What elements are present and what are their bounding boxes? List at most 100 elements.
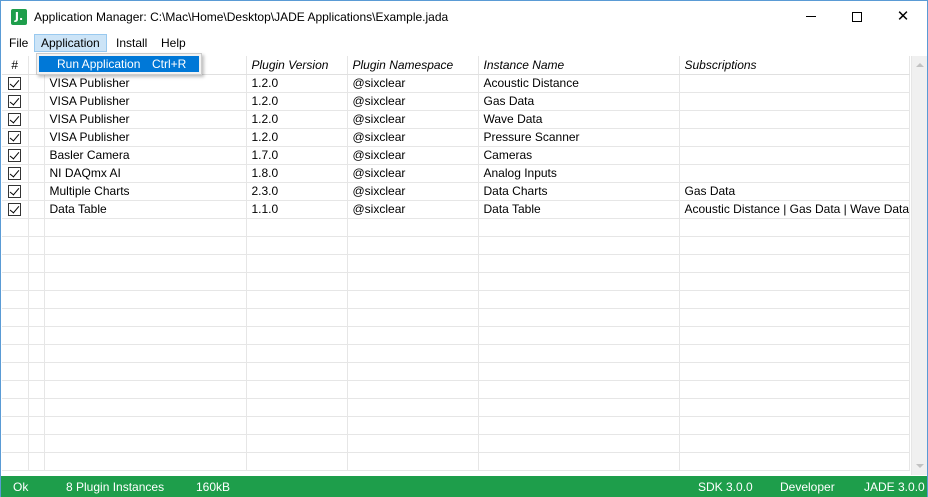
subscriptions-cell[interactable]: Gas Data <box>679 182 910 201</box>
plugin-name-cell[interactable]: NI DAQmx AI <box>44 164 247 183</box>
subscriptions-cell[interactable]: Acoustic Distance | Gas Data | Wave Data <box>679 200 910 219</box>
enabled-cell[interactable] <box>2 92 29 111</box>
plugin-namespace-cell[interactable]: @sixclear <box>347 200 479 219</box>
plugin-version-cell <box>246 434 348 453</box>
plugin-name-cell[interactable]: Multiple Charts <box>44 182 247 201</box>
instance-name-cell[interactable]: Data Charts <box>478 182 680 201</box>
col-header-plugin-version[interactable]: Plugin Version <box>246 56 348 75</box>
col-header-plugin-namespace[interactable]: Plugin Namespace <box>347 56 479 75</box>
plugin-name-cell <box>44 254 247 273</box>
enabled-checkbox[interactable] <box>8 77 22 91</box>
plugin-version-cell[interactable]: 1.2.0 <box>246 110 348 129</box>
col-header-subscriptions[interactable]: Subscriptions <box>679 56 910 75</box>
empty-table-row <box>2 434 910 453</box>
table-row[interactable]: Basler Camera 1.7.0 @sixclear Cameras <box>2 146 910 165</box>
run-application-shortcut: Ctrl+R <box>152 57 187 71</box>
enabled-cell[interactable] <box>2 200 29 219</box>
enabled-checkbox[interactable] <box>8 149 22 163</box>
subscriptions-cell[interactable] <box>679 128 910 147</box>
plugin-version-cell[interactable]: 1.7.0 <box>246 146 348 165</box>
instance-name-cell[interactable]: Analog Inputs <box>478 164 680 183</box>
plugin-version-cell[interactable]: 2.3.0 <box>246 182 348 201</box>
blank-cell <box>28 290 45 309</box>
enabled-checkbox[interactable] <box>8 95 22 109</box>
plugin-name-cell[interactable]: VISA Publisher <box>44 92 247 111</box>
scroll-down-arrow-icon[interactable] <box>916 464 924 468</box>
plugin-name-cell[interactable]: Data Table <box>44 200 247 219</box>
plugin-name-cell <box>44 326 247 345</box>
plugin-namespace-cell[interactable]: @sixclear <box>347 146 479 165</box>
plugin-name-cell[interactable]: VISA Publisher <box>44 128 247 147</box>
plugin-namespace-cell[interactable]: @sixclear <box>347 128 479 147</box>
plugin-namespace-cell[interactable]: @sixclear <box>347 182 479 201</box>
plugin-version-cell[interactable]: 1.2.0 <box>246 74 348 93</box>
table-row[interactable]: VISA Publisher 1.2.0 @sixclear Acoustic Dis… <box>2 74 910 93</box>
blank-cell <box>28 182 45 201</box>
plugin-version-cell[interactable]: 1.2.0 <box>246 92 348 111</box>
enabled-checkbox[interactable] <box>8 167 22 181</box>
subscriptions-cell <box>679 272 910 291</box>
instance-name-cell[interactable]: Wave Data <box>478 110 680 129</box>
plugin-namespace-cell[interactable]: @sixclear <box>347 74 479 93</box>
run-application-menu-item[interactable]: Run Application Ctrl+R <box>39 56 199 72</box>
enabled-cell[interactable] <box>2 146 29 165</box>
table-row[interactable]: VISA Publisher 1.2.0 @sixclear Wave Data <box>2 110 910 129</box>
jade-version: JADE 3.0.0 <box>864 480 925 494</box>
plugin-namespace-cell[interactable]: @sixclear <box>347 110 479 129</box>
plugin-name-cell[interactable]: VISA Publisher <box>44 110 247 129</box>
plugin-name-cell[interactable]: Basler Camera <box>44 146 247 165</box>
enabled-cell[interactable] <box>2 164 29 183</box>
col-header-instance-name[interactable]: Instance Name <box>478 56 680 75</box>
col-header-index[interactable]: # <box>2 56 29 75</box>
instance-name-cell[interactable]: Data Table <box>478 200 680 219</box>
enabled-checkbox[interactable] <box>8 203 22 217</box>
subscriptions-cell[interactable] <box>679 92 910 111</box>
instance-name-cell[interactable]: Gas Data <box>478 92 680 111</box>
plugin-namespace-cell <box>347 434 479 453</box>
table-row[interactable]: VISA Publisher 1.2.0 @sixclear Gas Data <box>2 92 910 111</box>
empty-table-row <box>2 218 910 237</box>
plugin-version-cell[interactable]: 1.2.0 <box>246 128 348 147</box>
title-bar[interactable]: J. Application Manager: C:\Mac\Home\Desk… <box>1 1 927 33</box>
enabled-cell[interactable] <box>2 128 29 147</box>
table-row[interactable]: Data Table 1.1.0 @sixclear Data Table Acoust… <box>2 200 910 219</box>
instance-name-cell <box>478 218 680 237</box>
table-row[interactable]: NI DAQmx AI 1.8.0 @sixclear Analog Inputs <box>2 164 910 183</box>
plugin-namespace-cell[interactable]: @sixclear <box>347 92 479 111</box>
menu-install[interactable]: Install <box>110 34 153 52</box>
enabled-checkbox[interactable] <box>8 113 22 127</box>
enabled-cell <box>2 362 29 381</box>
table-row[interactable]: Multiple Charts 2.3.0 @sixclear Data Charts… <box>2 182 910 201</box>
plugin-name-cell[interactable]: VISA Publisher <box>44 74 247 93</box>
menu-application[interactable]: Application <box>34 34 107 52</box>
subscriptions-cell <box>679 254 910 273</box>
blank-cell <box>28 362 45 381</box>
subscriptions-cell[interactable] <box>679 146 910 165</box>
vertical-scrollbar[interactable] <box>911 56 927 475</box>
plugin-namespace-cell[interactable]: @sixclear <box>347 164 479 183</box>
scroll-up-arrow-icon[interactable] <box>916 63 924 67</box>
minimize-button[interactable] <box>788 1 834 32</box>
blank-cell <box>28 380 45 399</box>
subscriptions-cell[interactable] <box>679 164 910 183</box>
subscriptions-cell[interactable] <box>679 74 910 93</box>
enabled-checkbox[interactable] <box>8 131 22 145</box>
instance-name-cell[interactable]: Acoustic Distance <box>478 74 680 93</box>
enabled-checkbox[interactable] <box>8 185 22 199</box>
plugin-version-cell[interactable]: 1.8.0 <box>246 164 348 183</box>
instance-name-cell <box>478 434 680 453</box>
maximize-button[interactable] <box>834 1 880 32</box>
close-button[interactable]: ✕ <box>880 1 926 32</box>
instance-name-cell[interactable]: Pressure Scanner <box>478 128 680 147</box>
enabled-cell[interactable] <box>2 182 29 201</box>
subscriptions-cell[interactable] <box>679 110 910 129</box>
menu-help[interactable]: Help <box>155 34 192 52</box>
subscriptions-cell <box>679 218 910 237</box>
instance-name-cell[interactable]: Cameras <box>478 146 680 165</box>
menu-file[interactable]: File <box>3 34 34 52</box>
plugin-version-cell[interactable]: 1.1.0 <box>246 200 348 219</box>
table-row[interactable]: VISA Publisher 1.2.0 @sixclear Pressure Sca… <box>2 128 910 147</box>
enabled-cell[interactable] <box>2 74 29 93</box>
enabled-cell[interactable] <box>2 110 29 129</box>
blank-cell <box>28 110 45 129</box>
